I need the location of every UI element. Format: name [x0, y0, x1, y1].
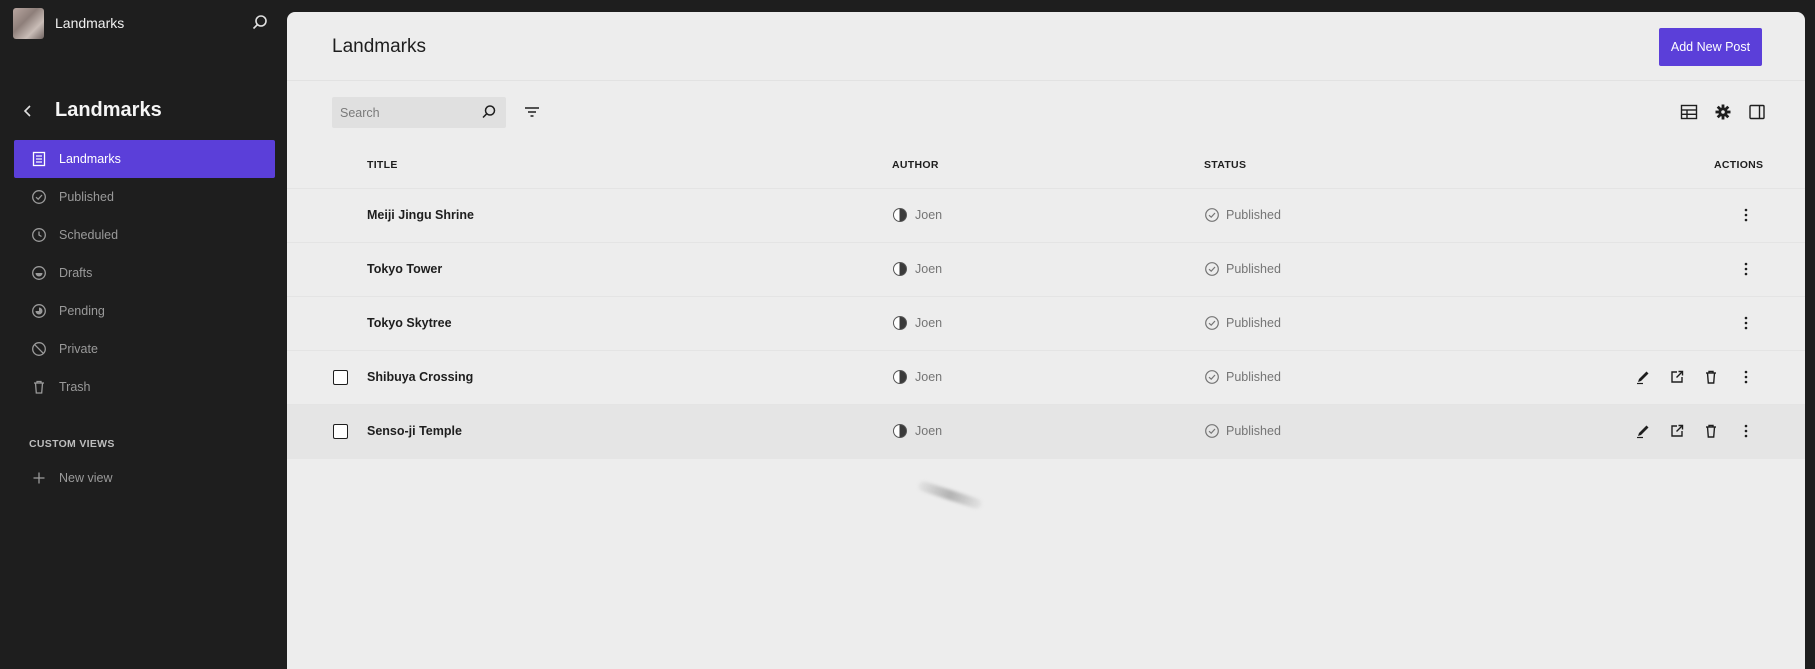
status-text: Published: [1226, 208, 1281, 222]
author-name: Joen: [915, 316, 943, 330]
more-actions-icon[interactable]: [1735, 258, 1757, 280]
search-icon[interactable]: [480, 103, 498, 121]
sidebar-item-label: Pending: [59, 304, 105, 318]
author-name: Joen: [915, 424, 943, 438]
sidebar-item-label: Drafts: [59, 266, 93, 280]
published-icon: [1204, 423, 1220, 439]
main-panel: Landmarks Add New Post TITLE AUTHOR STAT…: [287, 12, 1805, 669]
trash-icon[interactable]: [1700, 420, 1722, 442]
post-title[interactable]: Tokyo Skytree: [367, 316, 452, 330]
published-icon: [31, 189, 47, 205]
more-actions-icon[interactable]: [1735, 366, 1757, 388]
status-text: Published: [1226, 370, 1281, 384]
author-name: Joen: [915, 208, 943, 222]
sidebar-item-drafts[interactable]: Drafts: [14, 254, 275, 292]
sidebar-item-label: Trash: [59, 380, 91, 394]
plus-icon: [31, 470, 47, 486]
post-title[interactable]: Shibuya Crossing: [367, 370, 473, 384]
sidebar-item-published[interactable]: Published: [14, 178, 275, 216]
sidebar-item-private[interactable]: Private: [14, 330, 275, 368]
table-row[interactable]: Shibuya Crossing Joen Published: [287, 350, 1805, 405]
filter-icon[interactable]: [520, 100, 544, 124]
pencil-icon[interactable]: [1632, 366, 1654, 388]
scheduled-icon: [31, 227, 47, 243]
column-header-actions: ACTIONS: [1714, 159, 1764, 171]
site-name[interactable]: Landmarks: [55, 15, 124, 31]
row-checkbox[interactable]: [333, 424, 348, 439]
avatar: [893, 208, 907, 222]
published-icon: [1204, 261, 1220, 277]
new-view-button[interactable]: New view: [14, 459, 275, 497]
sidebar: Landmarks Landmarks Landmarks Published …: [0, 0, 287, 669]
search-field: [332, 97, 506, 128]
header-divider: [287, 80, 1805, 81]
site-logo[interactable]: [13, 8, 44, 39]
pages-icon: [31, 151, 47, 167]
table-layout-icon[interactable]: [1677, 100, 1701, 124]
table-row[interactable]: Tokyo Skytree Joen Published: [287, 296, 1805, 351]
sidebar-item-label: Scheduled: [59, 228, 119, 242]
post-title[interactable]: Tokyo Tower: [367, 262, 442, 276]
column-header-author[interactable]: AUTHOR: [892, 159, 939, 171]
post-title[interactable]: Meiji Jingu Shrine: [367, 208, 474, 222]
sidebar-item-scheduled[interactable]: Scheduled: [14, 216, 275, 254]
sidebar-item-label: Landmarks: [59, 152, 121, 166]
table-row[interactable]: Meiji Jingu Shrine Joen Published: [287, 188, 1805, 243]
author-name: Joen: [915, 370, 943, 384]
column-header-status[interactable]: STATUS: [1204, 159, 1246, 171]
sidebar-item-label: Private: [59, 342, 98, 356]
more-actions-icon[interactable]: [1735, 312, 1757, 334]
column-header-title[interactable]: TITLE: [367, 159, 398, 171]
post-title[interactable]: Senso-ji Temple: [367, 424, 462, 438]
avatar: [893, 316, 907, 330]
published-icon: [1204, 207, 1220, 223]
page-title: Landmarks: [332, 36, 426, 57]
author-name: Joen: [915, 262, 943, 276]
published-icon: [1204, 369, 1220, 385]
pending-icon: [31, 303, 47, 319]
add-new-post-button[interactable]: Add New Post: [1659, 28, 1762, 66]
sidebar-item-trash[interactable]: Trash: [14, 368, 275, 406]
search-input[interactable]: [332, 97, 480, 128]
status-text: Published: [1226, 316, 1281, 330]
avatar: [893, 262, 907, 276]
drafts-icon: [31, 265, 47, 281]
more-actions-icon[interactable]: [1735, 420, 1757, 442]
new-view-label: New view: [59, 471, 113, 485]
sidebar-item-pending[interactable]: Pending: [14, 292, 275, 330]
trash-icon[interactable]: [1700, 366, 1722, 388]
more-actions-icon[interactable]: [1735, 204, 1757, 226]
gear-icon[interactable]: [1711, 100, 1735, 124]
trash-icon: [31, 379, 47, 395]
private-icon: [31, 341, 47, 357]
sidebar-item-landmarks[interactable]: Landmarks: [14, 140, 275, 178]
sidebar-toggle-icon[interactable]: [1745, 100, 1769, 124]
sidebar-item-label: Published: [59, 190, 114, 204]
row-checkbox[interactable]: [333, 370, 348, 385]
screen-smudge: [917, 480, 983, 510]
avatar: [893, 424, 907, 438]
table-row[interactable]: Tokyo Tower Joen Published: [287, 242, 1805, 297]
published-icon: [1204, 315, 1220, 331]
external-link-icon[interactable]: [1666, 366, 1688, 388]
pencil-icon[interactable]: [1632, 420, 1654, 442]
back-chevron-icon[interactable]: [20, 101, 36, 121]
sidebar-section-title: Landmarks: [55, 99, 162, 121]
search-icon[interactable]: [250, 13, 270, 33]
status-text: Published: [1226, 424, 1281, 438]
external-link-icon[interactable]: [1666, 420, 1688, 442]
table-row[interactable]: Senso-ji Temple Joen Published: [287, 404, 1805, 459]
avatar: [893, 370, 907, 384]
status-text: Published: [1226, 262, 1281, 276]
custom-views-heading: CUSTOM VIEWS: [29, 438, 115, 450]
